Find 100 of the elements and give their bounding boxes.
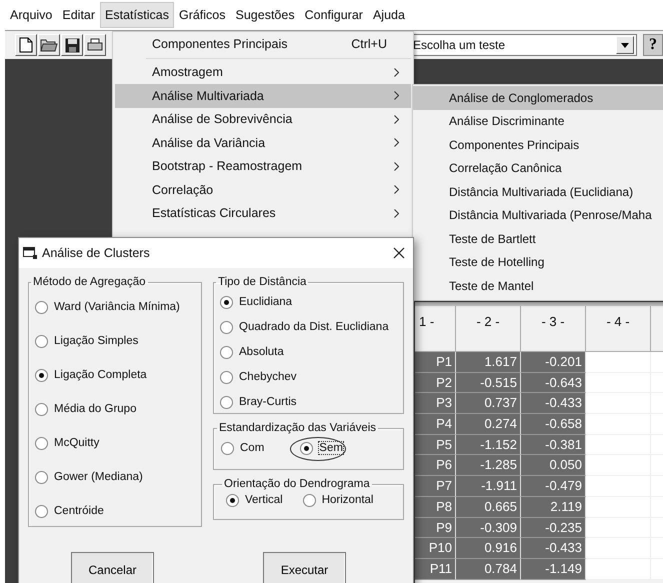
group-title: Método de Agregação xyxy=(32,276,147,288)
menu-bar-item[interactable]: Sugestões xyxy=(232,3,299,27)
radio-button[interactable] xyxy=(35,504,48,518)
window-icon xyxy=(23,247,37,259)
chevron-right-icon xyxy=(394,208,399,218)
menu-item[interactable]: Análise de Sobrevivência xyxy=(115,108,411,131)
radio-option[interactable]: Média do Grupo xyxy=(35,399,195,419)
menu-bar-item[interactable]: Ajuda xyxy=(368,3,409,27)
radio-button[interactable] xyxy=(226,494,239,506)
menu-item[interactable]: Componentes Principais Ctrl+U xyxy=(115,32,411,56)
table-cell: -0.433 xyxy=(521,393,586,414)
menu-bar-item[interactable]: Arquivo xyxy=(6,3,56,27)
menu-item[interactable]: Amostragem xyxy=(115,60,411,84)
table-cell: -0.201 xyxy=(521,352,586,373)
radio-button[interactable] xyxy=(220,370,233,384)
radio-option[interactable]: Vertical xyxy=(226,490,283,510)
group-title: Orientação do Dendrograma xyxy=(223,478,371,490)
row-label: P2 xyxy=(415,372,456,394)
menu-item[interactable]: Estatísticas Circulares xyxy=(115,202,411,225)
menu-item[interactable]: Teste de Hotelling xyxy=(413,250,663,274)
table-cell: 0.784 xyxy=(456,558,521,580)
radio-option[interactable]: Sem xyxy=(300,438,343,458)
group-title: Estandardização das Variáveis xyxy=(218,422,378,434)
radio-button[interactable] xyxy=(221,442,234,454)
menu-bar-item[interactable]: Gráficos xyxy=(174,3,230,27)
row-label: P9 xyxy=(415,518,456,538)
radio-button[interactable] xyxy=(302,494,316,506)
row-label: P8 xyxy=(415,496,456,518)
menu-bar-item[interactable]: Estatísticas xyxy=(101,3,173,27)
chevron-right-icon xyxy=(394,138,399,148)
chevron-right-icon xyxy=(394,91,399,100)
radio-option[interactable]: Quadrado da Dist. Euclidiana xyxy=(220,317,397,337)
radio-button[interactable] xyxy=(220,346,233,358)
radio-button[interactable] xyxy=(220,320,233,334)
row-label: P7 xyxy=(415,476,456,497)
menu-item[interactable]: Correlação Canônica xyxy=(413,156,663,180)
radio-option[interactable]: Gower (Mediana) xyxy=(35,467,195,487)
radio-button[interactable] xyxy=(35,368,48,382)
table-cell: -0.433 xyxy=(521,538,586,559)
print-button[interactable] xyxy=(84,34,106,56)
radio-button[interactable] xyxy=(35,470,48,484)
menu-bar-item[interactable]: Configurar xyxy=(300,3,367,27)
menu-bar-item[interactable]: Editar xyxy=(58,3,100,27)
radio-option[interactable]: Bray-Curtis xyxy=(220,392,397,412)
help-button[interactable]: ? xyxy=(643,34,663,56)
folder-icon xyxy=(40,38,58,52)
row-label: P5 xyxy=(415,434,456,456)
radio-option[interactable]: Com xyxy=(221,438,264,458)
row-label: P10 xyxy=(415,538,456,559)
radio-option[interactable]: Ligação Completa xyxy=(35,365,195,385)
menu-item[interactable]: Distância Multivariada (Penrose/Maha xyxy=(413,204,663,227)
menu-item[interactable]: Análise de Conglomerados xyxy=(413,86,663,110)
radio-option[interactable]: Horizontal xyxy=(302,490,374,510)
radio-button[interactable] xyxy=(300,442,314,454)
radio-option[interactable]: Ligação Simples xyxy=(35,331,195,351)
radio-button[interactable] xyxy=(35,436,48,450)
new-file-button[interactable] xyxy=(15,34,37,56)
table-cell: -0.309 xyxy=(456,518,521,538)
dropdown-arrow-icon xyxy=(621,42,629,48)
table-cell: 1.617 xyxy=(456,352,521,373)
save-button[interactable] xyxy=(61,34,83,56)
table-cell: -0.658 xyxy=(521,414,586,435)
document-icon xyxy=(19,37,33,53)
menu-item[interactable]: Teste de Mantel xyxy=(413,274,663,298)
radio-option[interactable]: Absoluta xyxy=(220,342,397,362)
row-label: P11 xyxy=(415,558,456,580)
menu-item[interactable]: Análise Multivariada xyxy=(115,84,411,108)
table-cell: -1.152 xyxy=(456,434,521,456)
menu-item[interactable]: Teste de Bartlett xyxy=(413,227,663,250)
radio-button[interactable] xyxy=(220,296,233,308)
radio-option[interactable]: Ward (Variância Mínima) xyxy=(35,297,195,317)
menu-item[interactable]: Distância Multivariada (Euclidiana) xyxy=(413,180,663,204)
radio-option[interactable]: Centróide xyxy=(35,501,195,521)
table-cell: -0.479 xyxy=(521,476,586,497)
table-cell: 0.916 xyxy=(456,538,521,559)
radio-option[interactable]: McQuitty xyxy=(35,433,195,453)
menu-item[interactable]: Análise da Variância xyxy=(115,131,411,154)
open-button[interactable] xyxy=(38,34,60,56)
table-cell: -0.381 xyxy=(521,434,586,456)
table-cell: 0.274 xyxy=(456,414,521,435)
table-cell: 0.665 xyxy=(456,496,521,518)
table-cell: -1.285 xyxy=(456,455,521,476)
run-button[interactable]: Executar xyxy=(263,552,346,583)
radio-button[interactable] xyxy=(220,396,233,408)
menu-item[interactable]: Análise Discriminante xyxy=(413,110,663,133)
radio-option[interactable]: Euclidiana xyxy=(220,292,397,312)
chevron-right-icon xyxy=(394,162,399,171)
printer-icon xyxy=(87,38,103,52)
radio-button[interactable] xyxy=(35,334,48,348)
table-cell: 2.119 xyxy=(521,496,586,518)
radio-option[interactable]: Chebychev xyxy=(220,367,397,387)
menu-item[interactable]: Correlação xyxy=(115,178,411,202)
row-label: P1 xyxy=(415,352,456,373)
cancel-button[interactable]: Cancelar xyxy=(71,552,154,583)
menu-item[interactable]: Bootstrap - Reamostragem xyxy=(115,154,411,178)
close-icon[interactable] xyxy=(393,247,405,259)
radio-button[interactable] xyxy=(35,300,48,314)
radio-button[interactable] xyxy=(35,402,48,416)
row-label: P4 xyxy=(415,414,456,435)
menu-item[interactable]: Componentes Principais xyxy=(413,133,663,156)
